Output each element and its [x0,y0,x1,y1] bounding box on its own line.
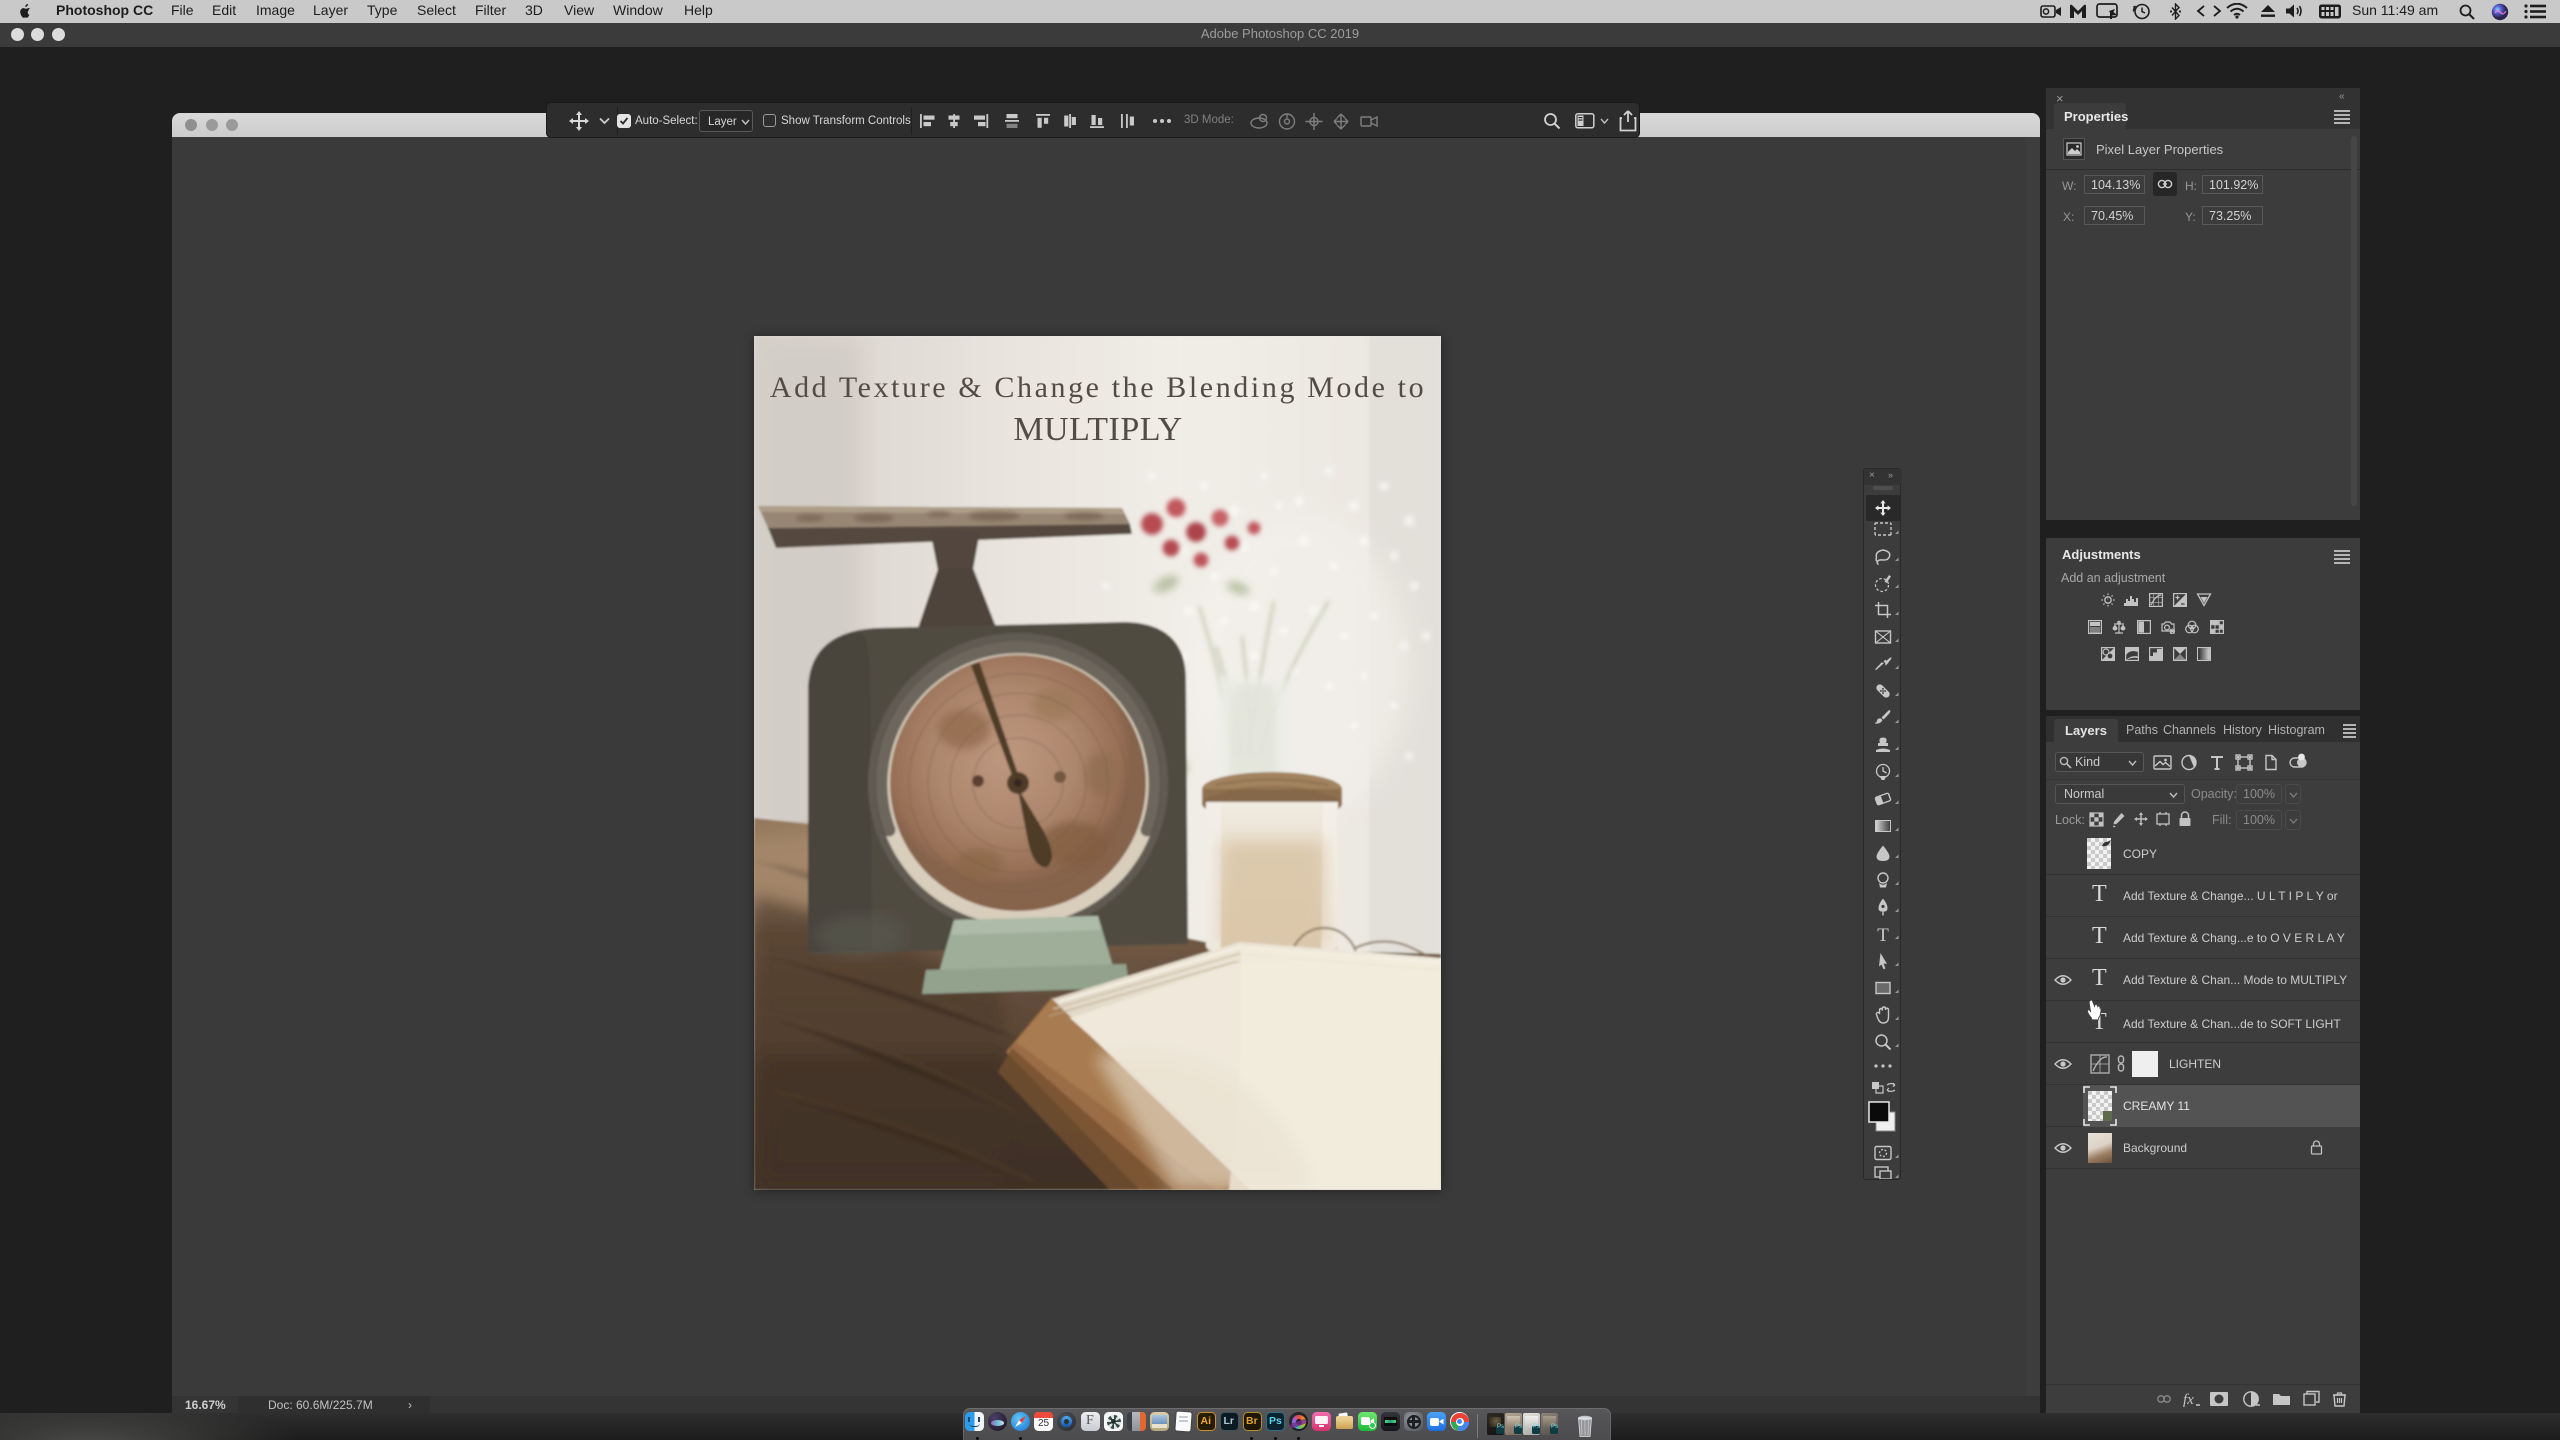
svg-text:fx: fx [2183,1392,2194,1408]
svg-text:T: T [1877,925,1889,946]
